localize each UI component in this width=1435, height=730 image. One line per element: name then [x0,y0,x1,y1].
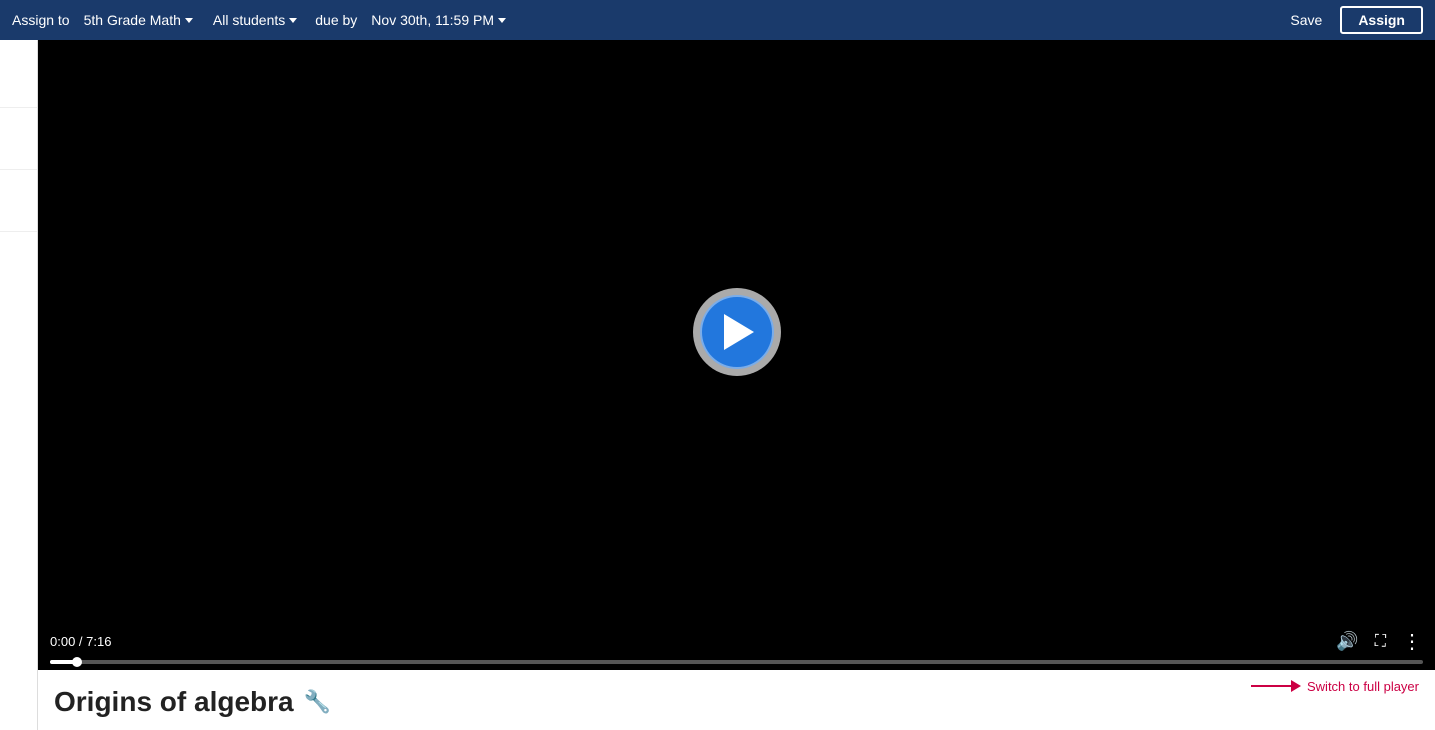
video-controls: 0:00 / 7:16 🔊 ⛶ ⋮ [38,623,1435,670]
page-title: Origins of algebra 🔧 [54,682,1419,718]
fullscreen-icon[interactable]: ⛶ [1375,633,1386,651]
content-area: 0:00 / 7:16 🔊 ⛶ ⋮ Switch to full [38,40,1435,730]
controls-row: 0:00 / 7:16 🔊 ⛶ ⋮ [50,629,1423,654]
video-screen[interactable] [38,40,1435,623]
video-title: Origins of algebra [54,686,294,718]
progress-thumb [72,657,82,667]
volume-icon[interactable]: 🔊 [1336,631,1358,652]
play-button-inner [700,295,774,369]
students-dropdown-arrow-icon [289,18,297,23]
sidebar [0,40,38,730]
controls-right: 🔊 ⛶ ⋮ [1336,629,1423,654]
time-display: 0:00 / 7:16 [50,634,111,649]
more-options-icon[interactable]: ⋮ [1402,629,1423,654]
sidebar-item-2 [0,110,37,170]
assign-to-label: Assign to [12,12,70,28]
students-dropdown-label: All students [213,12,285,28]
class-dropdown-label: 5th Grade Math [84,12,181,28]
due-date-dropdown[interactable]: Nov 30th, 11:59 PM [365,8,512,32]
students-dropdown[interactable]: All students [207,8,303,32]
assign-button[interactable]: Assign [1340,6,1423,34]
wrench-icon[interactable]: 🔧 [304,689,331,715]
arrow-right-red-icon [1251,678,1301,694]
top-bar: Assign to 5th Grade Math All students du… [0,0,1435,40]
switch-to-full-player-link[interactable]: Switch to full player [1251,678,1419,694]
progress-bar[interactable] [50,660,1423,664]
play-button-outer [693,288,781,376]
due-by-label: due by [315,12,357,28]
video-container: 0:00 / 7:16 🔊 ⛶ ⋮ [38,40,1435,670]
save-button[interactable]: Save [1280,8,1332,32]
switch-to-full-player-label: Switch to full player [1307,679,1419,694]
below-video: Switch to full player Origins of algebra… [38,670,1435,730]
progress-bar-fill [50,660,77,664]
sidebar-item-1 [0,48,37,108]
class-dropdown[interactable]: 5th Grade Math [78,8,199,32]
sidebar-item-3 [0,172,37,232]
play-icon [724,314,754,350]
due-date-dropdown-label: Nov 30th, 11:59 PM [371,12,494,28]
class-dropdown-arrow-icon [185,18,193,23]
due-date-dropdown-arrow-icon [498,18,506,23]
main-area: 0:00 / 7:16 🔊 ⛶ ⋮ Switch to full [0,40,1435,730]
